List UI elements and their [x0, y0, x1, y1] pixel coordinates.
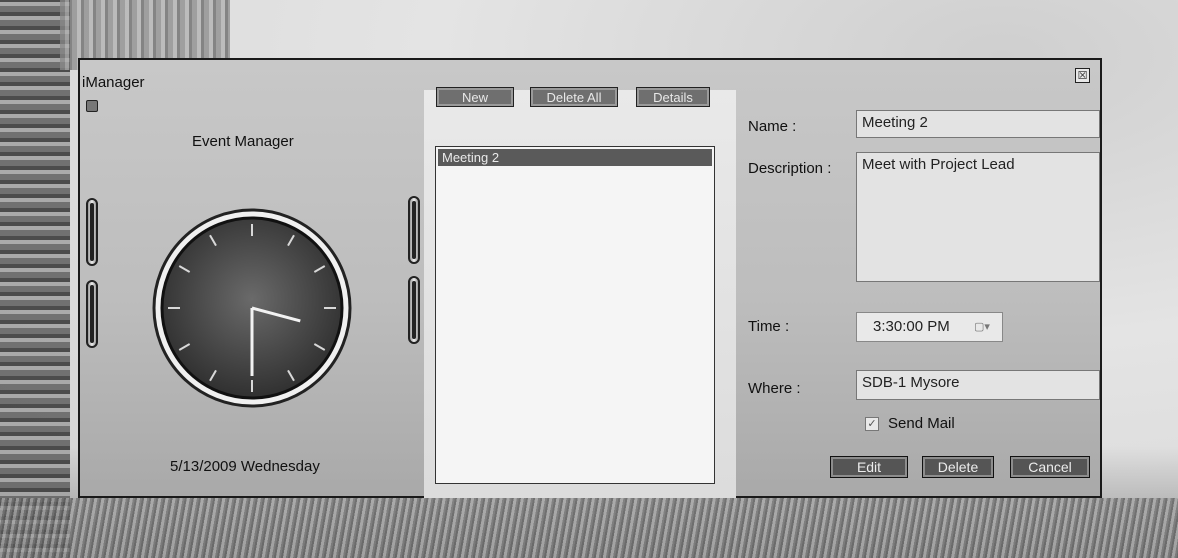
details-button[interactable]: Details	[636, 87, 710, 107]
imanager-window: iManager ☒ Event Manager 5/13/2009 Wedne…	[78, 58, 1102, 498]
description-label: Description :	[748, 160, 832, 177]
edit-button[interactable]: Edit	[830, 456, 908, 478]
time-label: Time :	[748, 318, 790, 335]
send-mail-checkbox[interactable]: ✓	[865, 417, 879, 431]
list-item[interactable]: Meeting 2	[438, 149, 712, 166]
grass-decoration	[0, 498, 1178, 558]
right-upper-slider-handle[interactable]	[408, 196, 420, 264]
window-menu-button[interactable]	[86, 100, 98, 112]
name-label: Name :	[748, 118, 797, 135]
description-field[interactable]: Meet with Project Lead	[856, 152, 1100, 282]
time-picker[interactable]: 3:30:00 PM ▢▾	[856, 312, 1003, 342]
time-value: 3:30:00 PM	[873, 318, 950, 335]
name-field[interactable]: Meeting 2	[856, 110, 1100, 138]
right-lower-slider-handle[interactable]	[408, 276, 420, 344]
left-lower-slider-handle[interactable]	[86, 280, 98, 348]
chevron-down-icon[interactable]: ▢▾	[974, 320, 994, 334]
left-upper-slider-handle[interactable]	[86, 198, 98, 266]
delete-button[interactable]: Delete	[922, 456, 994, 478]
event-listbox[interactable]: Meeting 2	[435, 146, 715, 484]
close-icon[interactable]: ☒	[1075, 68, 1090, 83]
where-label: Where :	[748, 380, 801, 397]
current-date: 5/13/2009 Wednesday	[170, 458, 320, 475]
send-mail-label: Send Mail	[888, 415, 955, 432]
analog-clock-icon	[152, 208, 352, 408]
window-title: iManager	[82, 74, 145, 91]
stone-wall-decoration	[0, 0, 70, 558]
event-manager-heading: Event Manager	[192, 133, 294, 150]
where-field[interactable]: SDB-1 Mysore	[856, 370, 1100, 400]
cancel-button[interactable]: Cancel	[1010, 456, 1090, 478]
delete-all-button[interactable]: Delete All	[530, 87, 618, 107]
new-button[interactable]: New	[436, 87, 514, 107]
